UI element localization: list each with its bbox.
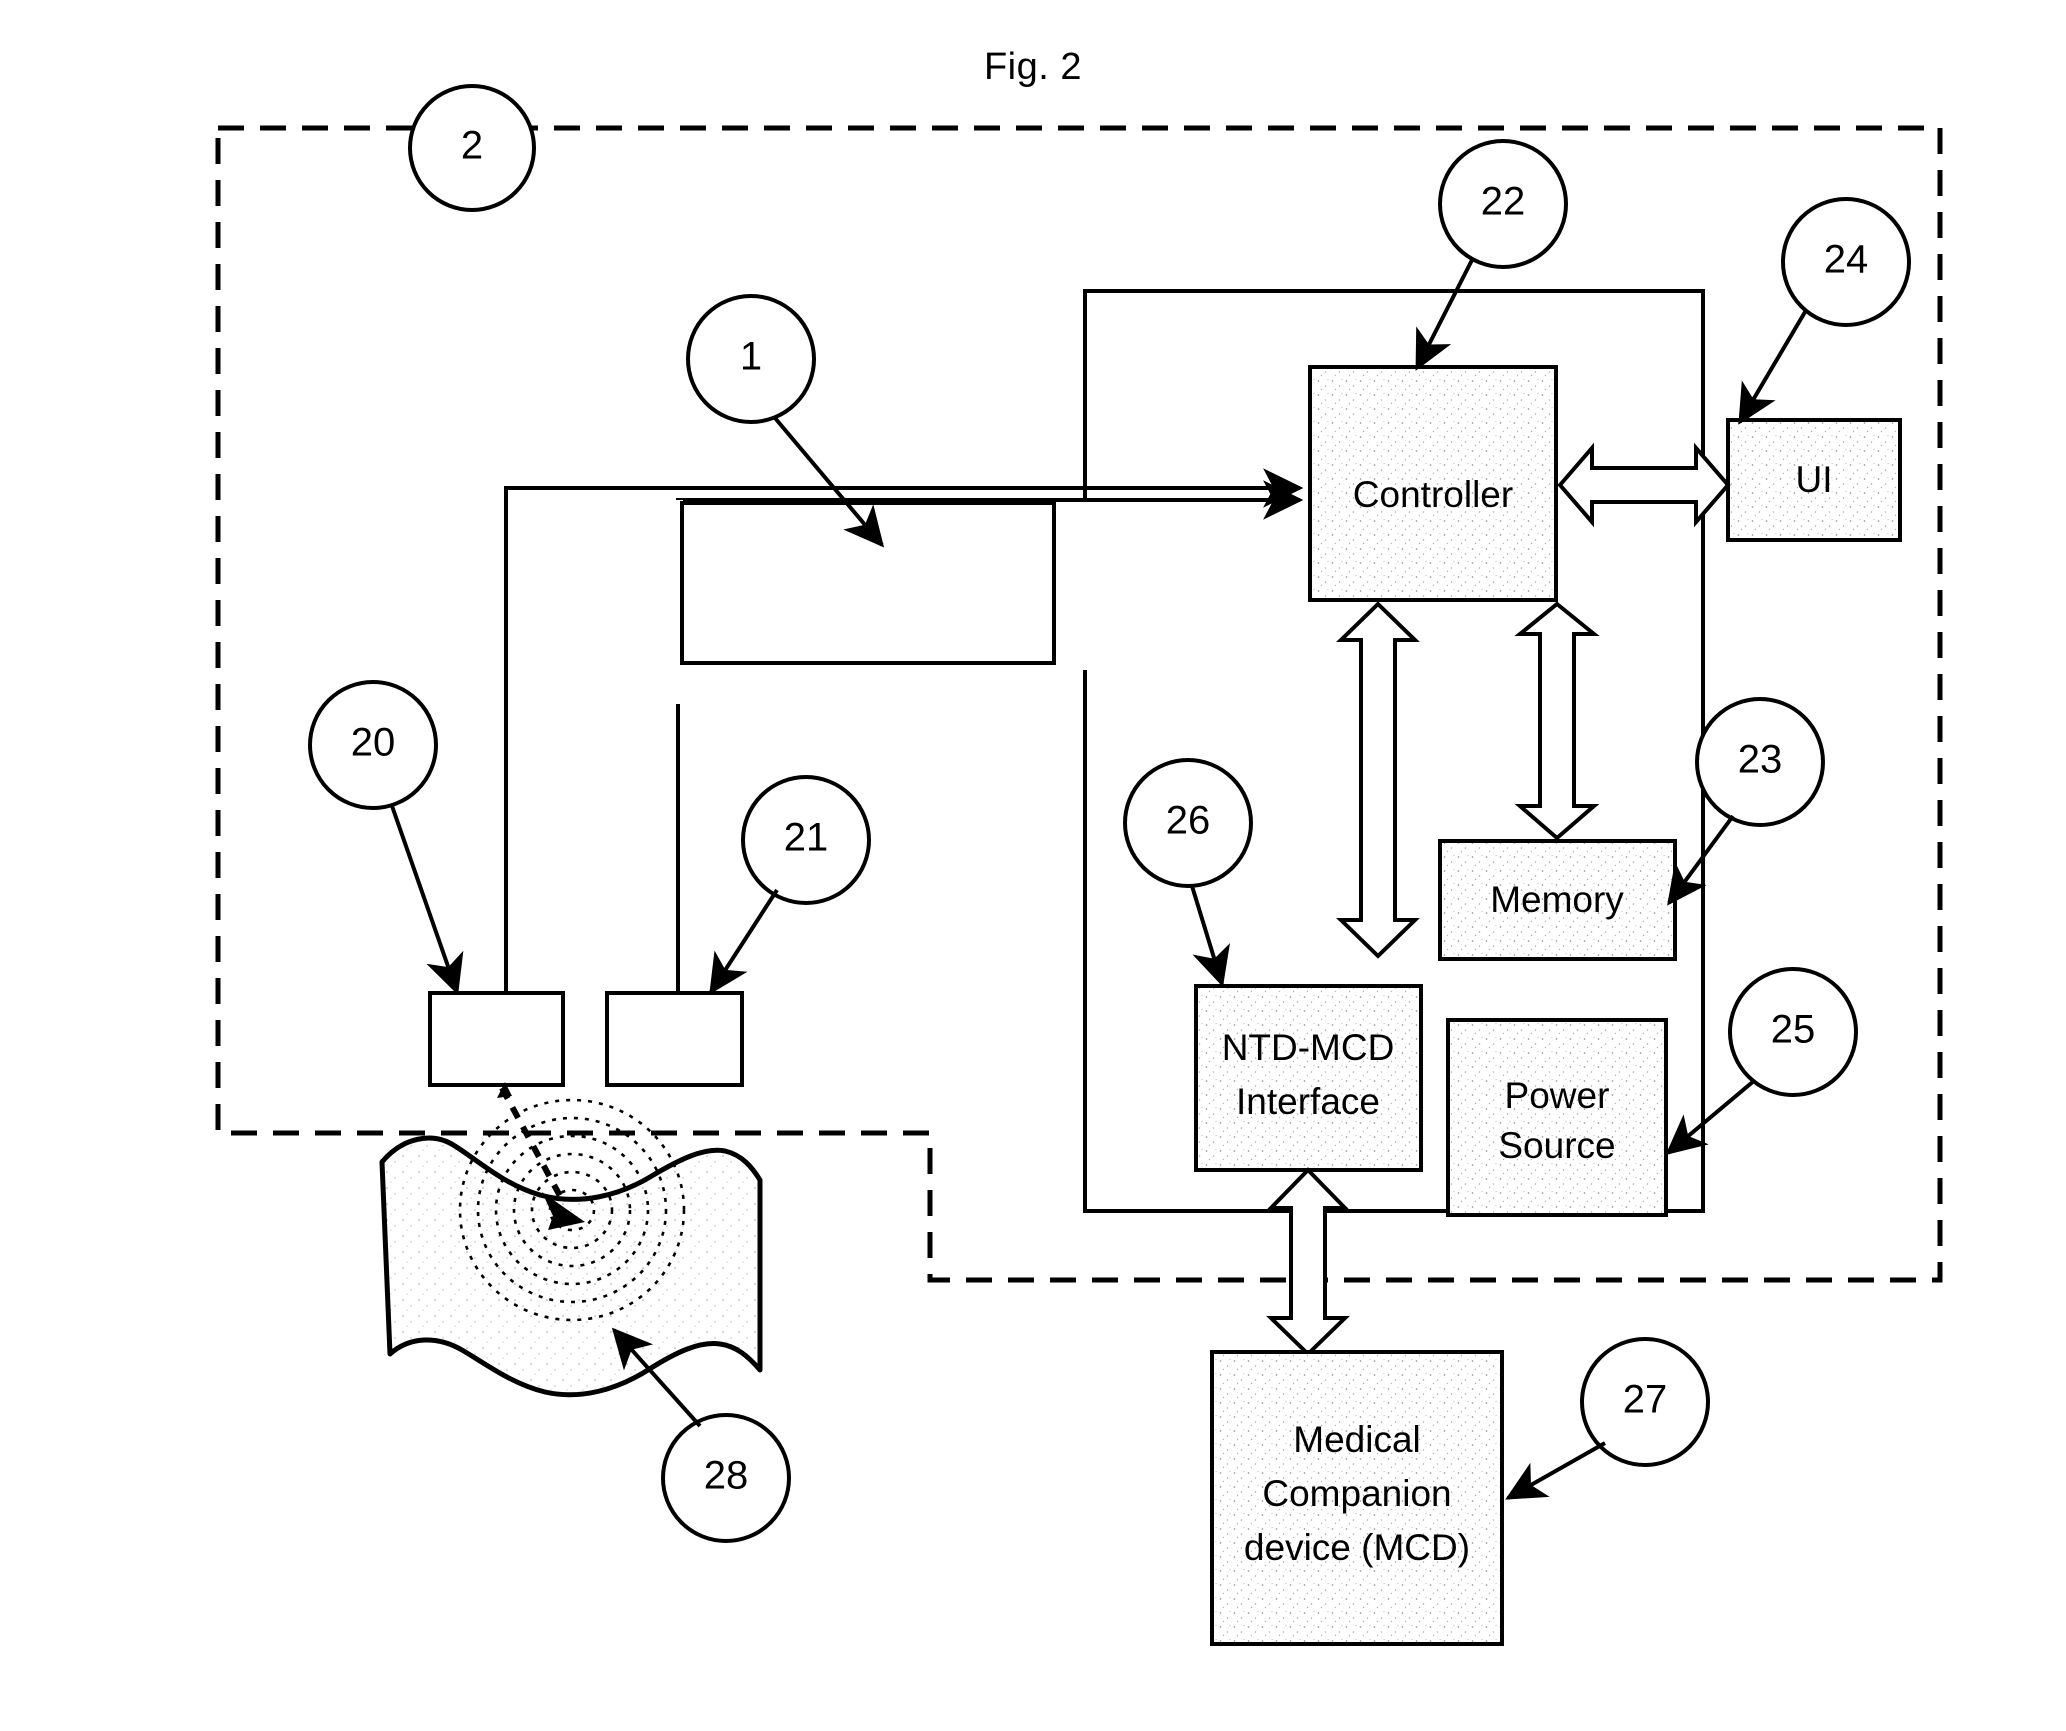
power-source-label-line2: Source: [1498, 1125, 1615, 1166]
ref-balloon-25: [1665, 967, 1858, 1156]
ref-balloon-22: [1415, 139, 1568, 371]
ref-label-27: 27: [1623, 1378, 1668, 1422]
memory-label: Memory: [1490, 879, 1624, 920]
mcd-label-line2: Companion: [1262, 1473, 1451, 1514]
mcd-label-line3: device (MCD): [1244, 1527, 1470, 1568]
transducer-box-21[interactable]: [605, 991, 744, 1087]
ntd-mcd-interface-block[interactable]: [1194, 984, 1423, 1172]
controller-ui-arrow: [1557, 442, 1731, 528]
controller-interface-arrow: [1336, 601, 1420, 959]
ui-label: UI: [1796, 459, 1833, 500]
mcd-label-line1: Medical: [1293, 1419, 1421, 1460]
waveform-mask: [640, 468, 1304, 704]
transducer-box-20[interactable]: [428, 991, 565, 1087]
interface-mcd-arrow: [1266, 1167, 1350, 1357]
ref-balloon-28: [611, 1327, 791, 1543]
ref-balloon-23: [1667, 697, 1825, 906]
ref-label-23: 23: [1738, 738, 1783, 782]
ntd-mcd-interface-label-line2: Interface: [1236, 1081, 1380, 1122]
ref-label-22: 22: [1481, 180, 1526, 224]
ref-label-28: 28: [704, 1454, 749, 1498]
ref-balloon-24: [1738, 197, 1911, 425]
power-source-block[interactable]: [1446, 1018, 1668, 1217]
ref-label-25: 25: [1771, 1008, 1816, 1052]
ref-balloon-21: [709, 775, 871, 995]
ref-label-24: 24: [1824, 238, 1869, 282]
ntd-mcd-interface-label-line1: NTD-MCD: [1222, 1027, 1395, 1068]
power-source-label-line1: Power: [1505, 1075, 1610, 1116]
ref-label-20: 20: [351, 721, 396, 765]
ref-balloon-27: [1505, 1337, 1710, 1500]
ref-label-21: 21: [784, 816, 829, 860]
diagram-svg: Controller UI Memory Power Source NTD-MC…: [215, 84, 1943, 1646]
controller-label: Controller: [1353, 474, 1513, 515]
ref-label-2: 2: [461, 124, 483, 168]
controller-memory-arrow: [1514, 601, 1600, 841]
figure-canvas: Fig. 2 Controller UI Memory Power Source…: [0, 0, 2066, 1731]
ref-balloon-26: [1123, 758, 1253, 988]
ref-label-1: 1: [740, 335, 762, 379]
ref-label-26: 26: [1166, 799, 1211, 843]
